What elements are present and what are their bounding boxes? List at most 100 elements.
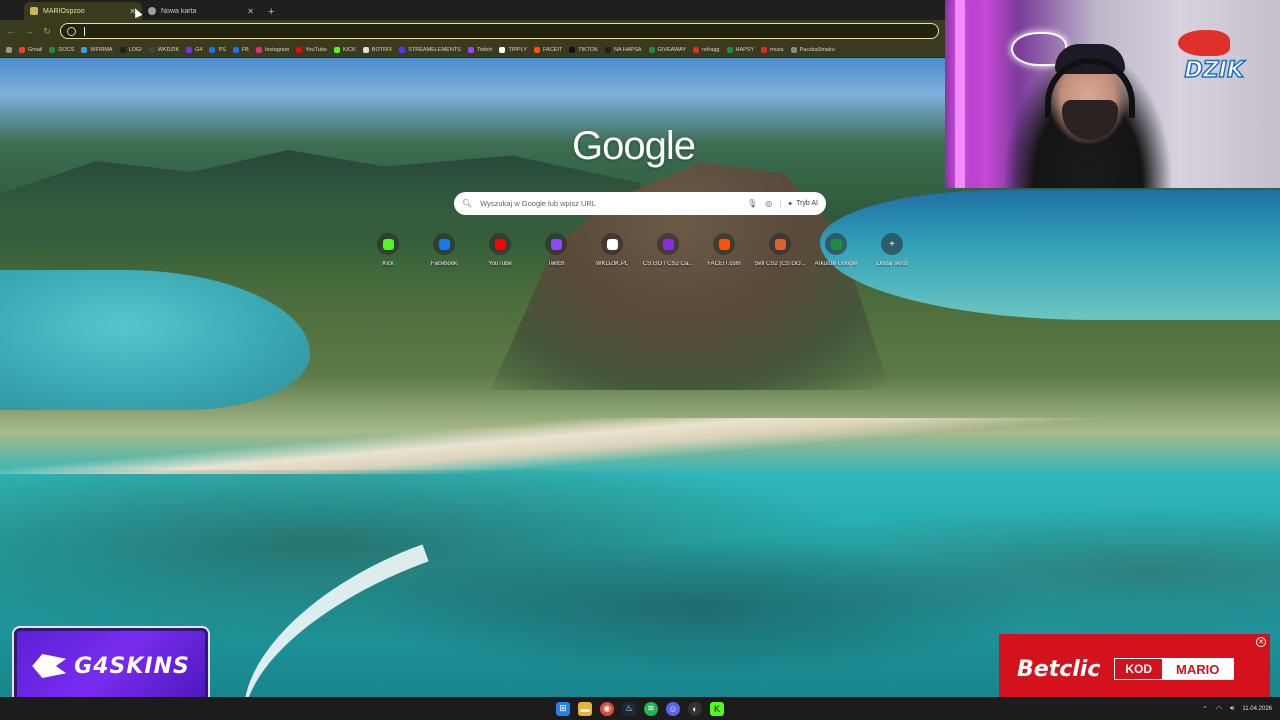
bookmark-favicon-icon	[296, 46, 303, 53]
tab-nowa-karta[interactable]: Nowa karta ✕	[142, 2, 260, 20]
file-explorer-icon[interactable]: ▬	[578, 701, 592, 716]
shortcut-label: YouTube	[488, 261, 512, 267]
bookmark-item[interactable]: DOCS	[49, 46, 74, 53]
bookmark-favicon-icon	[399, 46, 406, 53]
shortcut-label: Arkusze Google	[814, 261, 858, 267]
bookmark-favicon-icon	[49, 46, 56, 53]
bookmarks-bar: Gmail DOCS WFIRMA LOGI WKDZIK G4 PS FB Instagram…	[0, 42, 945, 58]
bookmark-item[interactable]: refragg	[693, 46, 720, 53]
bookmark-favicon-icon	[790, 46, 797, 53]
wifi-icon[interactable]: ◠	[1216, 705, 1222, 713]
bookmark-item[interactable]: PaczkaSmaku	[790, 46, 835, 53]
promo-code-value: MARIO	[1162, 659, 1234, 679]
bookmark-favicon-icon	[726, 46, 733, 53]
shortcut-tile[interactable]: Arkusze Google	[808, 233, 864, 267]
promo-code-box: KOD MARIO	[1114, 658, 1235, 680]
wallpaper-lagoon	[0, 270, 310, 410]
microphone-icon[interactable]: 🎙︎	[747, 199, 757, 208]
bookmark-label: YouTube	[305, 46, 327, 53]
bookmark-item[interactable]: TIPPLY	[499, 46, 527, 53]
shortcut-label: CS:GO / CS2 Ca...	[642, 261, 694, 267]
tray-chevron-icon[interactable]: ⌃	[1202, 705, 1208, 713]
search-box[interactable]: 🔍︎ Wyszukaj w Google lub wpisz URL 🎙︎ ◎ …	[454, 192, 826, 215]
bookmark-favicon-icon	[148, 46, 155, 53]
bookmark-item[interactable]: TIKTOK	[569, 46, 599, 53]
apps-grid-icon[interactable]	[6, 46, 12, 53]
bookmark-favicon-icon	[605, 46, 612, 53]
bookmark-label: GIVEAWAY	[657, 46, 687, 53]
kick-icon[interactable]: K	[710, 701, 724, 716]
tab-close-icon[interactable]: ✕	[247, 7, 254, 16]
volume-icon[interactable]: 🔊︎	[1230, 705, 1234, 713]
shortcut-label: FACEIT.com	[707, 261, 741, 267]
shortcut-favicon-icon	[545, 233, 567, 255]
bookmark-item[interactable]: GIVEAWAY	[648, 46, 687, 53]
ai-mode-button[interactable]: ✦ Tryb AI	[780, 199, 818, 208]
tab-favicon-icon	[30, 7, 38, 15]
bookmark-item[interactable]: Twitch	[467, 46, 492, 53]
reload-icon[interactable]: ↻	[42, 26, 52, 37]
bookmark-item[interactable]: FACEIT	[533, 46, 562, 53]
shortcut-tile[interactable]: CS:GO / CS2 Ca...	[640, 233, 696, 267]
back-arrow-icon[interactable]: ←	[6, 26, 16, 36]
obs-icon[interactable]: ◐	[688, 701, 702, 716]
search-icon: 🔍︎	[462, 199, 473, 208]
tab-mariospzoo[interactable]: MARIOspzoo ✕	[24, 2, 142, 20]
plus-icon: +	[881, 233, 903, 255]
bookmark-item[interactable]: HAPSY	[726, 46, 754, 53]
shortcut-tile[interactable]: YouTube	[472, 233, 528, 267]
bookmark-favicon-icon	[119, 46, 126, 53]
address-bar[interactable]	[60, 23, 939, 39]
bookmark-label: PS	[218, 46, 226, 53]
bookmark-item[interactable]: STREAMELEMENTS	[399, 46, 461, 53]
clock[interactable]: 11.04.2026	[1242, 705, 1272, 713]
tab-strip: MARIOspzoo ✕ Nowa karta ✕ +	[0, 0, 945, 20]
bookmark-item[interactable]: LOGI	[119, 46, 142, 53]
bookmark-item[interactable]: FB	[232, 46, 249, 53]
shortcut-tile[interactable]: WKDZIK.PL	[584, 233, 640, 267]
add-shortcut-button[interactable]: + Dodaj skrót	[864, 233, 920, 267]
shortcut-tiles: Kick Facebook YouTube Twitch WKDZIK.PL CS:GO …	[360, 233, 920, 267]
bookmark-item[interactable]: G4	[186, 46, 202, 53]
bookmark-favicon-icon	[19, 46, 25, 53]
shortcut-favicon-icon	[657, 233, 679, 255]
promo-code-label: KOD	[1125, 662, 1153, 676]
forward-arrow-icon[interactable]: →	[24, 26, 34, 36]
bookmark-favicon-icon	[255, 46, 262, 53]
lens-camera-icon[interactable]: ◎	[765, 199, 772, 208]
bookmark-item[interactable]: YouTube	[296, 46, 327, 53]
shortcut-tile[interactable]: Twitch	[528, 233, 584, 267]
bookmark-item[interactable]: WFIRMA	[81, 46, 113, 53]
bookmark-label: LOGI	[128, 46, 142, 53]
spotify-icon[interactable]: ≋	[644, 701, 658, 716]
wallpaper-beach	[0, 418, 1280, 474]
bookmark-item[interactable]: BOTRIX	[362, 46, 392, 53]
shortcut-favicon-icon	[489, 233, 511, 255]
bookmark-item[interactable]: WKDZIK	[148, 46, 179, 53]
shortcut-tile[interactable]: Sell CS2 (CS:GO...	[752, 233, 808, 267]
bookmark-item[interactable]: PS	[209, 46, 226, 53]
bookmark-item[interactable]: NA HAPSA	[605, 46, 642, 53]
bookmark-item[interactable]: KICK	[333, 46, 356, 53]
start-menu-icon[interactable]: ⊞	[556, 701, 570, 716]
bookmark-label: TIKTOK	[578, 46, 599, 53]
steam-icon[interactable]: ♨	[622, 701, 636, 716]
shortcut-favicon-icon	[601, 233, 623, 255]
g4skins-badge: G4SKINS	[12, 626, 210, 706]
shortcut-tile[interactable]: FACEIT.com	[696, 233, 752, 267]
shortcut-favicon-icon	[825, 233, 847, 255]
new-tab-button[interactable]: +	[268, 6, 274, 18]
chrome-icon[interactable]: ◉	[600, 701, 614, 716]
browser-toolbar: ← → ↻	[0, 20, 945, 42]
ai-mode-label: Tryb AI	[796, 200, 818, 207]
bookmark-item[interactable]: muza	[761, 46, 784, 53]
shortcut-tile[interactable]: Kick	[360, 233, 416, 267]
shortcut-favicon-icon	[433, 233, 455, 255]
bookmark-item[interactable]: Instagram	[255, 46, 289, 53]
discord-icon[interactable]: ☺	[666, 701, 680, 716]
bookmark-item[interactable]: Gmail	[19, 46, 42, 53]
betclic-logo: Betclic	[1017, 656, 1101, 682]
shortcut-label: WKDZIK.PL	[595, 261, 629, 267]
close-icon[interactable]: ✕	[1256, 637, 1266, 647]
shortcut-tile[interactable]: Facebook	[416, 233, 472, 267]
